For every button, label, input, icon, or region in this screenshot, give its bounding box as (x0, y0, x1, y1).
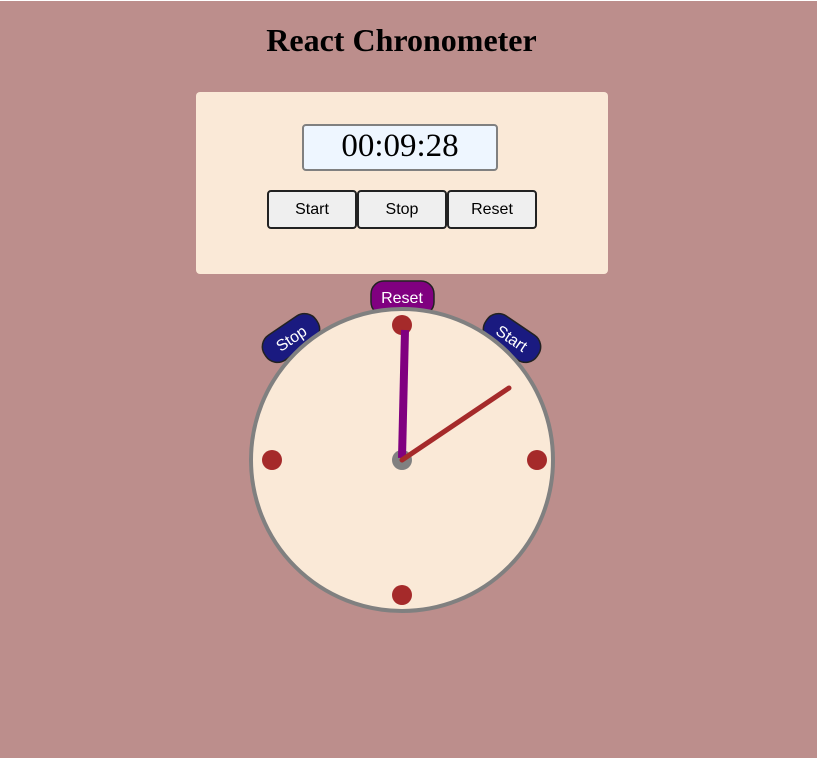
clock-reset-label: Reset (381, 290, 423, 307)
marker-3 (527, 450, 547, 470)
stopwatch-clock: Reset Stop Start (249, 280, 555, 613)
marker-9 (262, 450, 282, 470)
marker-6 (392, 585, 412, 605)
minute-hand (398, 329, 409, 459)
